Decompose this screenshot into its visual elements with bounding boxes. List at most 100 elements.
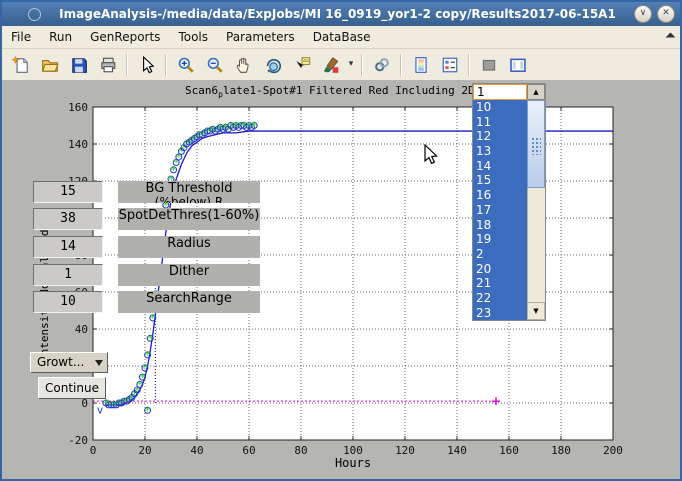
menu-run[interactable]: Run — [40, 27, 81, 47]
growth-mode-label: Growt... — [37, 355, 84, 369]
svg-text:*: * — [149, 312, 156, 325]
figure-area: ****************************************… — [2, 80, 680, 479]
brush-icon — [322, 56, 340, 74]
close-window-button[interactable]: ✕ — [657, 5, 675, 23]
menu-database[interactable]: DataBase — [304, 27, 380, 47]
param-label-radius: Radius — [118, 236, 260, 258]
dropdown-item-20[interactable]: 20 — [473, 262, 527, 277]
svg-text:*: * — [144, 405, 151, 418]
rotate-3d-icon — [264, 56, 282, 74]
save-icon — [70, 56, 88, 74]
continue-button[interactable]: Continue — [38, 377, 106, 399]
insert-legend-button[interactable] — [436, 51, 463, 78]
svg-text:*: * — [147, 332, 154, 345]
open-folder-icon — [41, 56, 59, 74]
zoom-out-icon — [206, 56, 224, 74]
show-plot-tools-button[interactable] — [504, 51, 531, 78]
print-button[interactable] — [94, 51, 121, 78]
toolbar-separator — [165, 54, 167, 76]
menu-genreports[interactable]: GenReports — [81, 27, 169, 47]
zoom-out-button[interactable] — [201, 51, 228, 78]
brush-button[interactable] — [317, 51, 344, 78]
app-window: ImageAnalysis-/media/data/ExpJobs/MI 16_… — [0, 0, 682, 481]
param-label-spotdetthres-1-60-: SpotDetThres(1-60%) — [118, 208, 260, 230]
save-button[interactable] — [65, 51, 92, 78]
param-edit-bg-threshold[interactable]: 15 — [33, 181, 103, 203]
insert-legend-icon — [441, 56, 459, 74]
index-dropdown: 1 10111213141516171819220212223 ▲ ▼ — [473, 84, 545, 320]
dropdown-item-19[interactable]: 19 — [473, 232, 527, 247]
index-dropdown-list: 1 10111213141516171819220212223 — [473, 84, 527, 320]
dropdown-item-21[interactable]: 21 — [473, 276, 527, 291]
dropdown-item-23[interactable]: 23 — [473, 306, 527, 320]
param-label-bg-threshold: BG Threshold(%below) R — [118, 181, 260, 203]
toolbar-separator — [126, 54, 128, 76]
param-edit-searchrange[interactable]: 10 — [33, 291, 103, 313]
dropdown-item-13[interactable]: 13 — [473, 144, 527, 159]
scroll-down-button[interactable]: ▼ — [527, 302, 545, 320]
zoom-in-button[interactable] — [172, 51, 199, 78]
brush-dropdown-caret[interactable]: ▾ — [345, 52, 357, 77]
print-icon — [99, 56, 117, 74]
toolbar-separator — [400, 54, 402, 76]
open-folder-button[interactable] — [36, 51, 63, 78]
param-label-dither: Dither — [118, 264, 260, 286]
plot-canvas: ****************************************… — [2, 80, 680, 479]
param-edit-radius[interactable]: 14 — [33, 236, 103, 258]
dropdown-item-11[interactable]: 11 — [473, 115, 527, 130]
svg-text:*: * — [251, 120, 258, 133]
insert-colorbar-button[interactable] — [407, 51, 434, 78]
menu-parameters[interactable]: Parameters — [217, 27, 304, 47]
index-dropdown-selected[interactable]: 1 — [473, 84, 527, 100]
svg-text:*: * — [144, 349, 151, 362]
svg-text:140: 140 — [68, 138, 88, 151]
zoom-in-icon — [177, 56, 195, 74]
pan-hand-button[interactable] — [230, 51, 257, 78]
svg-text:160: 160 — [68, 101, 88, 114]
dropdown-item-17[interactable]: 17 — [473, 203, 527, 218]
link-plots-button[interactable] — [368, 51, 395, 78]
window-title: ImageAnalysis-/media/data/ExpJobs/MI 16_… — [41, 7, 634, 21]
x-axis-label: Hours — [93, 456, 613, 470]
dropdown-item-18[interactable]: 18 — [473, 218, 527, 233]
dropdown-item-16[interactable]: 16 — [473, 188, 527, 203]
param-edit-dither[interactable]: 1 — [33, 264, 103, 286]
pointer-icon — [138, 56, 156, 74]
toolbar: ▾ — [2, 49, 680, 80]
stray-point: v — [97, 403, 104, 416]
dropdown-item-12[interactable]: 12 — [473, 129, 527, 144]
growth-mode-dropdown-button[interactable]: Growt... — [30, 352, 108, 373]
dropdown-scrollbar: ▲ ▼ — [527, 84, 545, 320]
toolbar-separator — [468, 54, 470, 76]
pointer-button[interactable] — [133, 51, 160, 78]
menu-tools[interactable]: Tools — [169, 27, 217, 47]
dropdown-item-10[interactable]: 10 — [473, 100, 527, 115]
show-plot-tools-icon — [509, 56, 527, 74]
data-cursor-button[interactable] — [288, 51, 315, 78]
menu-file[interactable]: File — [2, 27, 40, 47]
scrollbar-thumb-grip — [531, 137, 541, 155]
dropdown-item-15[interactable]: 15 — [473, 173, 527, 188]
hide-plot-tools-button[interactable] — [475, 51, 502, 78]
data-cursor-icon — [293, 56, 311, 74]
window-icon — [28, 8, 41, 21]
dropdown-item-14[interactable]: 14 — [473, 159, 527, 174]
dropdown-item-22[interactable]: 22 — [473, 291, 527, 306]
rotate-3d-button[interactable] — [259, 51, 286, 78]
menu-overflow-icon[interactable] — [666, 33, 676, 43]
link-plots-icon — [373, 56, 391, 74]
scrollbar-thumb[interactable] — [527, 100, 545, 188]
titlebar: ImageAnalysis-/media/data/ExpJobs/MI 16_… — [2, 2, 680, 26]
new-file-button[interactable] — [7, 51, 34, 78]
scroll-up-button[interactable]: ▲ — [527, 84, 545, 100]
mouse-cursor-icon — [422, 144, 440, 168]
scrollbar-track[interactable] — [527, 188, 545, 302]
param-edit-spotdetthres-1-60-[interactable]: 38 — [33, 208, 103, 230]
shade-window-button[interactable]: ∨ — [634, 5, 652, 23]
svg-text:-20: -20 — [68, 434, 88, 447]
toolbar-separator — [361, 54, 363, 76]
menubar: FileRunGenReportsToolsParametersDataBase — [2, 26, 680, 49]
dropdown-caret-icon — [95, 360, 103, 370]
pan-hand-icon — [235, 56, 253, 74]
dropdown-item-2[interactable]: 2 — [473, 247, 527, 262]
